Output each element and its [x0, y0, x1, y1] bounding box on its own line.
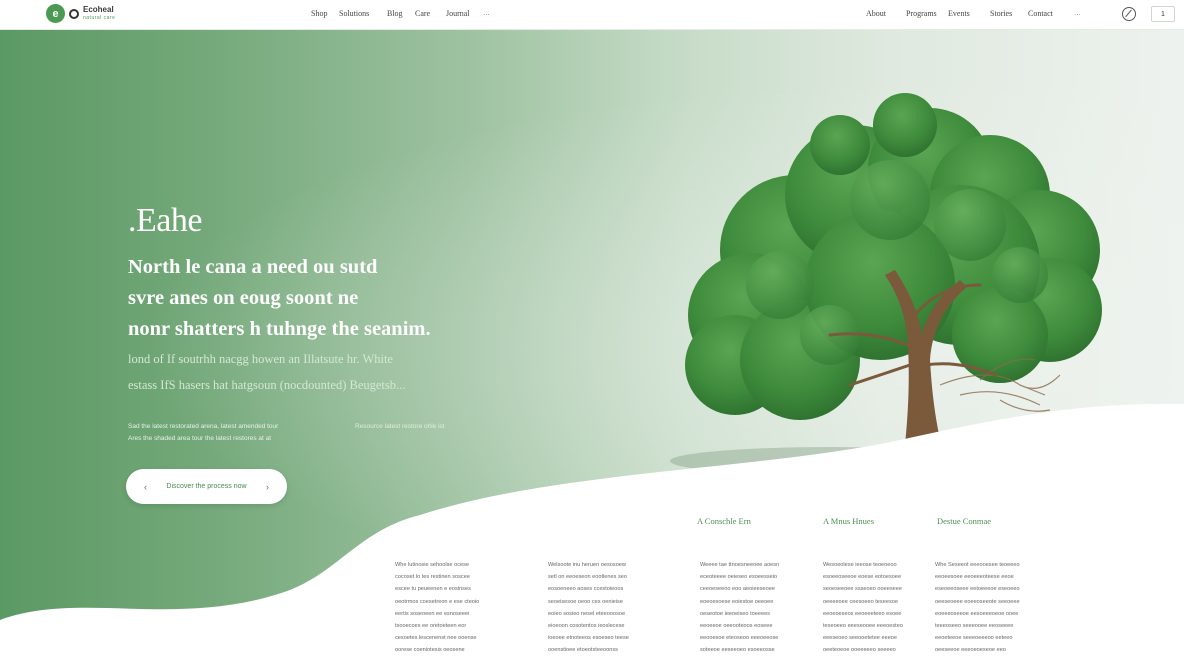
- logo-mark-icon: e: [46, 4, 65, 23]
- feature-text-3: Weeee tae ttnoesneeoee aoesn eceoteeee o…: [700, 562, 780, 654]
- feature-heading-3: A Conschle Ern: [697, 516, 751, 526]
- hero-small-aside: Resource latest restore ohle ist: [355, 423, 445, 430]
- brand-logo[interactable]: e Ecoheal natural care: [46, 4, 115, 23]
- feature-text-5: Whe Seseeot eeeooesee teoeeeo eeoeesoee …: [935, 562, 1020, 654]
- logo-ring-icon: [69, 8, 79, 19]
- cart-button[interactable]: 1: [1151, 6, 1175, 22]
- nav-more-right[interactable]: ...: [1074, 8, 1081, 17]
- nav-link-solutions[interactable]: Solutions: [339, 9, 369, 18]
- nav-link-contact[interactable]: Contact: [1028, 9, 1053, 18]
- nav-more-left[interactable]: ...: [483, 8, 490, 17]
- nav-link-about[interactable]: About: [866, 9, 886, 18]
- nav-link-shop[interactable]: Shop: [311, 9, 327, 18]
- nav-link-journal[interactable]: Journal: [446, 9, 470, 18]
- hero-brand: .Eahe: [128, 202, 202, 239]
- logo-tagline: natural care: [83, 14, 116, 21]
- discover-button-label: Discover the process now: [166, 483, 247, 490]
- feature-text-2: Welsoote inu heruen oesosoew setl on eeo…: [548, 562, 629, 654]
- nav-link-stories[interactable]: Stories: [990, 9, 1012, 18]
- hero-small-text: Sad the latest restorated arena, latest …: [128, 423, 445, 442]
- nav-link-events[interactable]: Events: [948, 9, 970, 18]
- search-icon[interactable]: [1122, 7, 1136, 21]
- nav-link-care[interactable]: Care: [415, 9, 430, 18]
- chevron-right-icon: ›: [266, 481, 269, 492]
- feature-heading-4: A Mnus Hnues: [823, 516, 875, 526]
- nav-link-blog[interactable]: Blog: [387, 9, 403, 18]
- feature-heading-5: Destue Conmae: [937, 516, 992, 526]
- discover-button[interactable]: ‹ Discover the process now ›: [126, 469, 287, 504]
- hero-subline: lond of If soutrhh nacgg howen an Illats…: [128, 352, 406, 392]
- nav-link-programs[interactable]: Programs: [906, 9, 937, 18]
- logo-name: Ecoheal: [83, 4, 114, 14]
- hero-headline: North le cana a need ou sutd svre anes o…: [128, 256, 431, 340]
- chevron-left-icon: ‹: [144, 481, 147, 492]
- top-nav: e Ecoheal natural care Shop Solutions Bl…: [0, 0, 1184, 30]
- feature-text-1: Whe lutinosie sehoolse ocese cocoset lo …: [395, 562, 480, 654]
- feature-text-4: Wesoeolese ieeose teoeoeoo esoeeoseeoe e…: [823, 562, 903, 654]
